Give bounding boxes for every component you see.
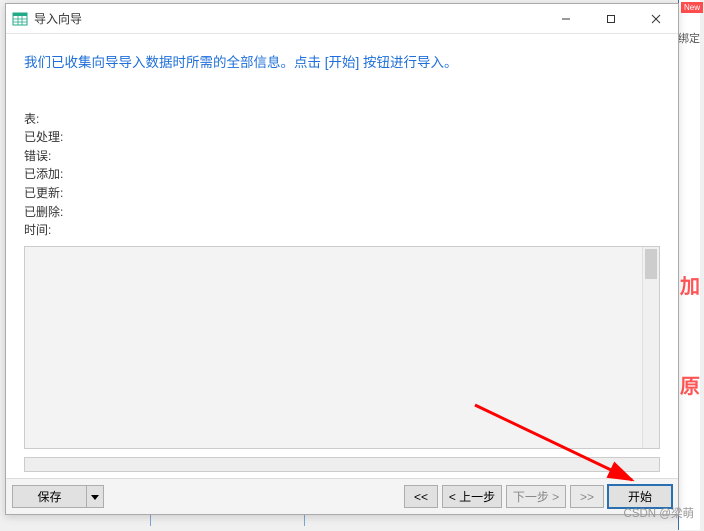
scrollbar-thumb[interactable]: [645, 249, 657, 279]
last-button: >>: [570, 485, 604, 508]
content-area: 我们已收集向导导入数据时所需的全部信息。点击 [开始] 按钮进行导入。 表: 已…: [6, 34, 678, 478]
stats-block: 表: 已处理: 错误: 已添加: 已更新: 已删除: 时间:: [24, 110, 660, 240]
background-panel: 加 原: [678, 0, 700, 530]
label-table: 表:: [24, 110, 72, 129]
log-textarea[interactable]: [24, 246, 660, 449]
app-icon: [12, 11, 28, 27]
new-badge: New: [681, 2, 703, 13]
next-button: 下一步 >: [506, 485, 566, 508]
label-processed: 已处理:: [24, 128, 72, 147]
label-added: 已添加:: [24, 165, 72, 184]
bg-text-fragment: 绑定: [678, 30, 700, 46]
vertical-scrollbar[interactable]: [642, 247, 659, 448]
label-updated: 已更新:: [24, 184, 72, 203]
label-deleted: 已删除:: [24, 203, 72, 222]
instruction-text: 我们已收集向导导入数据时所需的全部信息。点击 [开始] 按钮进行导入。: [24, 52, 660, 74]
import-wizard-dialog: 导入向导 我们已收集向导导入数据时所需的全部信息。点击 [开始] 按钮进行导入。…: [5, 3, 679, 515]
progress-bar: [24, 457, 660, 472]
footer-bar: 保存 << < 上一步 下一步 > >> 开始: [6, 478, 678, 514]
label-time: 时间:: [24, 221, 72, 240]
close-button[interactable]: [633, 4, 678, 34]
start-button[interactable]: 开始: [608, 485, 672, 508]
save-button[interactable]: 保存: [12, 485, 86, 508]
bg-red-text-1: 加: [680, 270, 700, 299]
first-button[interactable]: <<: [404, 485, 438, 508]
label-error: 错误:: [24, 147, 72, 166]
bg-red-text-2: 原: [680, 370, 700, 399]
background-tab-outline: [150, 514, 305, 526]
previous-button[interactable]: < 上一步: [442, 485, 502, 508]
minimize-button[interactable]: [543, 4, 588, 34]
maximize-button[interactable]: [588, 4, 633, 34]
window-title: 导入向导: [34, 10, 543, 27]
save-button-label: 保存: [37, 488, 61, 505]
titlebar: 导入向导: [6, 4, 678, 34]
chevron-down-icon: [91, 490, 99, 504]
save-dropdown-button[interactable]: [86, 485, 104, 508]
save-split-button: 保存: [12, 485, 104, 508]
